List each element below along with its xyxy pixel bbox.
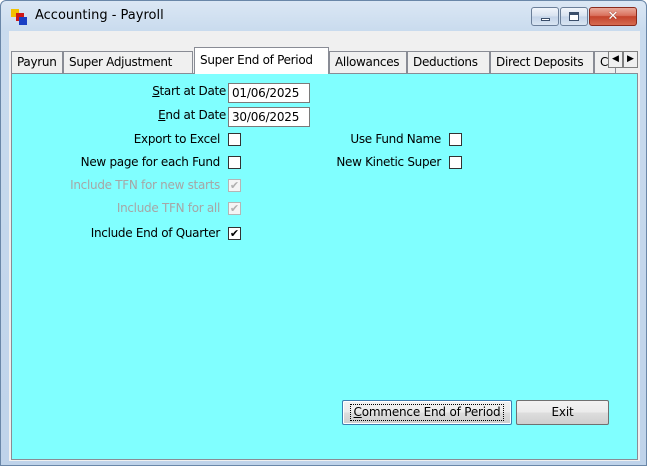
client-area: Payrun Super Adjustment Super End of Per… [9, 31, 640, 461]
window-title: Accounting - Payroll [35, 8, 164, 23]
close-icon: ✕ [607, 9, 619, 24]
tfn-new-starts-label: Include TFN for new starts [70, 178, 220, 192]
end-of-quarter-label: Include End of Quarter [90, 226, 221, 240]
commence-end-of-period-button[interactable]: Commence End of Period [342, 400, 512, 425]
tab-allowances[interactable]: Allowances [329, 51, 407, 73]
new-kinetic-super-checkbox[interactable] [449, 156, 462, 169]
tab-strip: Payrun Super Adjustment Super End of Per… [9, 47, 640, 74]
new-page-per-fund-label: New page for each Fund [80, 155, 221, 169]
use-fund-name-label: Use Fund Name [350, 132, 441, 146]
tfn-new-starts-checkbox: ✔ [228, 179, 241, 192]
minimize-icon [540, 18, 550, 21]
tab-payrun[interactable]: Payrun [11, 51, 63, 73]
minimize-button[interactable] [531, 7, 559, 26]
close-button[interactable]: ✕ [589, 7, 637, 26]
tfn-all-label: Include TFN for all [116, 201, 220, 215]
end-of-quarter-checkbox[interactable]: ✔ [228, 227, 241, 240]
export-excel-checkbox[interactable] [228, 133, 241, 146]
start-date-label: Start at Date [152, 84, 226, 98]
tab-direct-deposits[interactable]: Direct Deposits [490, 51, 594, 73]
accounting-app-icon [11, 9, 27, 25]
exit-button[interactable]: Exit [516, 400, 609, 425]
tfn-all-checkbox: ✔ [228, 202, 241, 215]
app-window: Accounting - Payroll ✕ Payrun Super Adju… [0, 0, 647, 466]
tab-scroll-right-icon[interactable]: ▶ [623, 51, 638, 68]
end-date-label: End at Date [158, 108, 226, 122]
title-bar[interactable]: Accounting - Payroll ✕ [1, 1, 646, 31]
export-excel-label: Export to Excel [133, 132, 221, 146]
tab-super-adjustment[interactable]: Super Adjustment [63, 51, 193, 73]
tab-super-end-of-period[interactable]: Super End of Period [194, 47, 329, 74]
super-end-of-period-panel: Start at Date 01/06/2025 End at Date 30/… [11, 73, 638, 460]
new-kinetic-super-label: New Kinetic Super [336, 155, 441, 169]
tab-scroll-left-icon[interactable]: ◀ [608, 51, 623, 68]
tab-deductions[interactable]: Deductions [407, 51, 490, 73]
start-date-field[interactable]: 01/06/2025 [228, 83, 310, 103]
end-date-field[interactable]: 30/06/2025 [228, 107, 310, 127]
use-fund-name-checkbox[interactable] [449, 133, 462, 146]
new-page-per-fund-checkbox[interactable] [228, 156, 241, 169]
maximize-icon [569, 12, 579, 21]
maximize-button[interactable] [560, 7, 588, 26]
